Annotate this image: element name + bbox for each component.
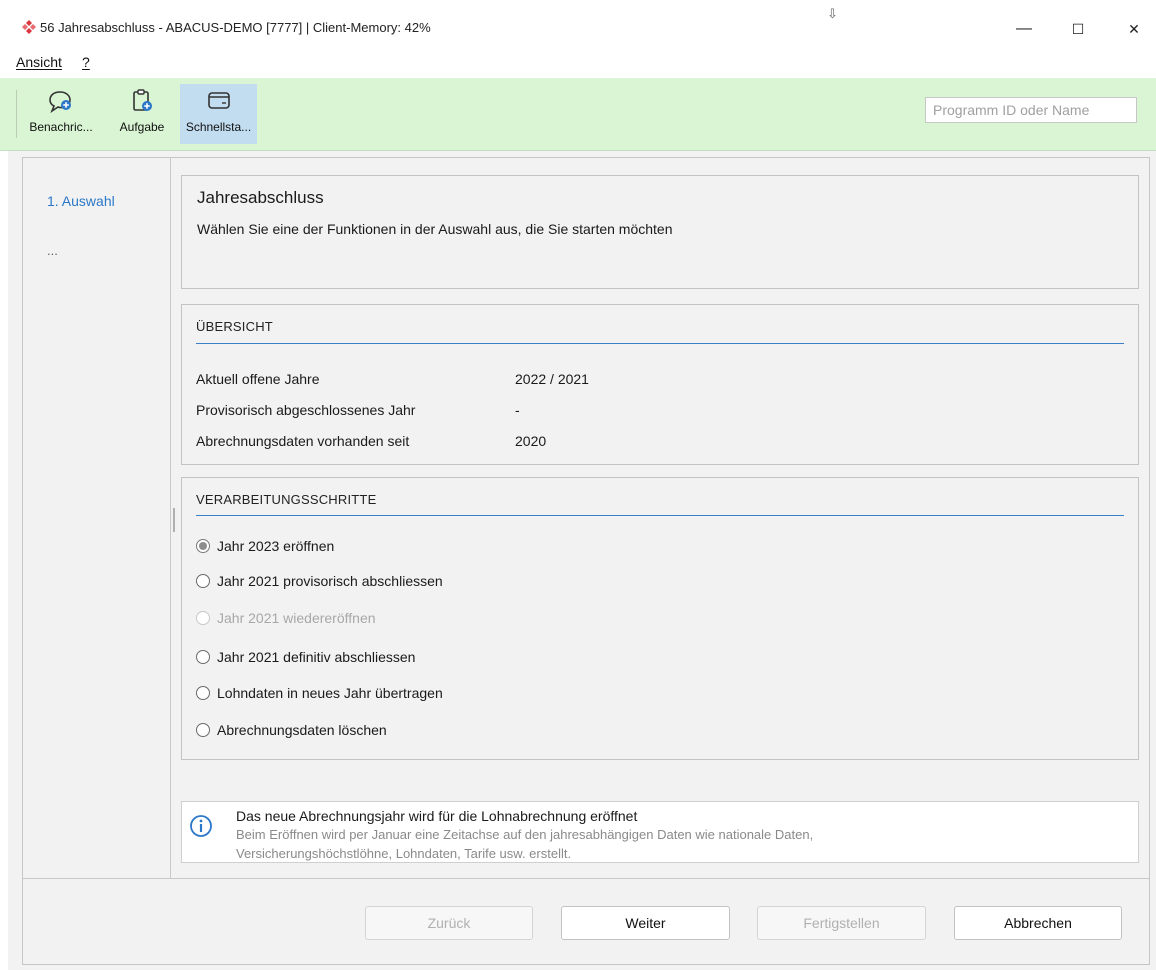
menu-bar xyxy=(0,48,1156,78)
minimize-button[interactable]: — xyxy=(1004,14,1044,44)
program-search-input[interactable] xyxy=(925,97,1137,123)
splitter-handle[interactable] xyxy=(173,508,175,532)
download-arrow-icon: ⇩ xyxy=(827,6,838,21)
back-button[interactable]: Zurück xyxy=(365,906,533,940)
option-reopen-2021: Jahr 2021 wiedereröffnen xyxy=(196,608,376,628)
option-label: Lohndaten in neues Jahr übertragen xyxy=(217,685,443,701)
close-button[interactable]: ✕ xyxy=(1114,14,1154,44)
option-label: Jahr 2023 eröffnen xyxy=(217,538,335,554)
radio-button[interactable] xyxy=(196,574,210,588)
option-delete-billing-data[interactable]: Abrechnungsdaten löschen xyxy=(196,720,387,740)
radio-button xyxy=(196,611,210,625)
info-text-line-1: Beim Eröffnen wird per Januar eine Zeita… xyxy=(236,827,814,842)
processing-steps-title: VERARBEITUNGSSCHRITTE xyxy=(196,492,377,507)
option-label: Jahr 2021 provisorisch abschliessen xyxy=(217,573,443,589)
option-open-2023[interactable]: Jahr 2023 eröffnen xyxy=(196,536,334,556)
task-label: Aufgabe xyxy=(119,120,165,134)
option-label: Jahr 2021 wiedereröffnen xyxy=(217,610,376,626)
info-icon xyxy=(190,815,212,837)
quickstart-label: Schnellsta... xyxy=(185,120,252,134)
option-final-close-2021[interactable]: Jahr 2021 definitiv abschliessen xyxy=(196,647,415,667)
radio-button[interactable] xyxy=(196,686,210,700)
option-label: Abrechnungsdaten löschen xyxy=(217,722,387,738)
notification-label: Benachric... xyxy=(29,120,93,134)
option-label: Jahr 2021 definitiv abschliessen xyxy=(217,649,416,665)
quickstart-button[interactable]: Schnellsta... xyxy=(180,84,257,144)
radio-button[interactable] xyxy=(196,650,210,664)
overview-label-open-years: Aktuell offene Jahre xyxy=(196,371,320,387)
window-icon xyxy=(207,92,230,109)
app-logo-icon xyxy=(22,20,36,34)
window-title: 56 Jahresabschluss - ABACUS-DEMO [7777] … xyxy=(40,20,431,35)
step-item-auswahl[interactable]: 1. Auswahl xyxy=(47,193,115,209)
overview-value-provisional-year: - xyxy=(515,402,520,418)
toolbar-separator xyxy=(16,90,17,138)
option-provisional-close-2021[interactable]: Jahr 2021 provisorisch abschliessen xyxy=(196,571,443,591)
option-transfer-payroll-data[interactable]: Lohndaten in neues Jahr übertragen xyxy=(196,683,443,703)
page-title: Jahresabschluss xyxy=(197,188,324,207)
menu-ansicht[interactable]: Ansicht xyxy=(16,54,62,70)
next-button[interactable]: Weiter xyxy=(561,906,730,940)
processing-steps-divider xyxy=(196,515,1124,516)
page-description: Wählen Sie eine der Funktionen in der Au… xyxy=(197,221,673,237)
chat-add-icon xyxy=(49,91,71,114)
finish-button[interactable]: Fertigstellen xyxy=(757,906,926,940)
overview-title: ÜBERSICHT xyxy=(196,319,273,334)
task-button[interactable]: Aufgabe xyxy=(114,84,170,144)
notification-button[interactable]: Benachric... xyxy=(26,84,96,144)
info-text-line-2: Versicherungshöchstlöhne, Lohndaten, Tar… xyxy=(236,846,572,861)
maximize-button[interactable]: ☐ xyxy=(1058,14,1098,44)
overview-divider xyxy=(196,343,1124,344)
overview-label-data-since: Abrechnungsdaten vorhanden seit xyxy=(196,433,410,449)
info-heading: Das neue Abrechnungsjahr wird für die Lo… xyxy=(236,808,638,824)
step-navigation xyxy=(23,158,171,878)
radio-button[interactable] xyxy=(196,539,210,553)
cancel-button[interactable]: Abbrechen xyxy=(954,906,1122,940)
clipboard-add-icon xyxy=(133,89,152,111)
footer-divider xyxy=(23,878,1149,879)
overview-value-data-since: 2020 xyxy=(515,433,547,449)
overview-label-provisional-year: Provisorisch abgeschlossenes Jahr xyxy=(196,402,416,418)
overview-value-open-years: 2022 / 2021 xyxy=(515,371,589,387)
radio-button[interactable] xyxy=(196,723,210,737)
step-item-more: ... xyxy=(47,243,58,258)
menu-help[interactable]: ? xyxy=(82,54,90,70)
